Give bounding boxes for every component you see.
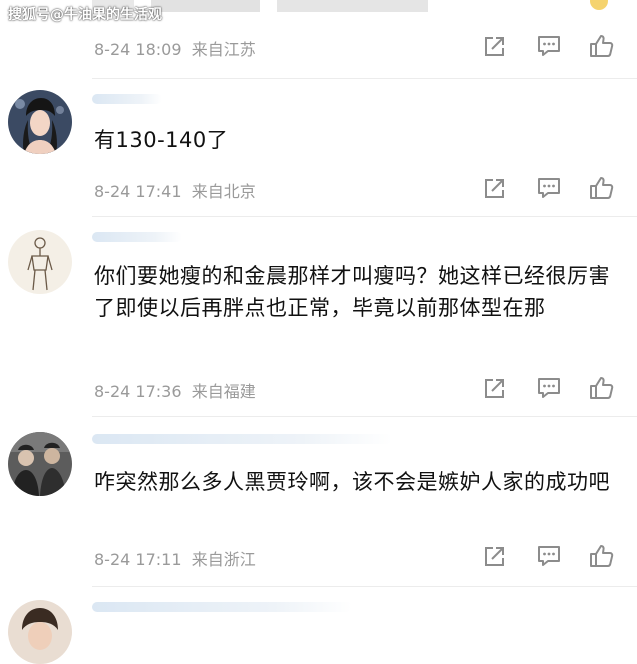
comment-text: 你们要她瘦的和金晨那样才叫瘦吗？她这样已经很厉害了即使以后再胖点也正常，毕竟以前… [94,264,610,320]
divider [92,416,637,417]
comment-actions [478,32,628,60]
divider [92,78,637,79]
comment-button[interactable] [535,542,563,570]
like-button[interactable] [587,374,615,402]
avatar[interactable] [8,600,72,664]
like-button[interactable] [587,174,615,202]
share-button[interactable] [481,542,509,570]
comment-location: 来自北京 [191,182,256,201]
avatar-image [8,90,72,154]
thumbs-up-icon [590,35,614,57]
comment-time: 8-24 18:09 [94,40,182,59]
comment-location: 来自浙江 [191,550,256,569]
comment-icon [538,178,560,198]
comment-button[interactable] [535,374,563,402]
username-blurred[interactable] [92,232,182,242]
divider [92,586,637,587]
comment-actions [478,374,628,402]
comment-icon [538,546,560,566]
avatar-image [8,432,72,496]
comment-actions [478,174,628,202]
comment-item-2: 你们要她瘦的和金晨那样才叫瘦吗？她这样已经很厉害了即使以后再胖点也正常，毕竟以前… [0,220,637,420]
comment-meta: 8-24 18:09 来自江苏 [94,36,256,60]
thumbs-up-icon [590,377,614,399]
comment-meta: 8-24 17:36 来自福建 [94,378,256,402]
username-blurred[interactable] [92,434,392,444]
comment-item-3: 咋突然那么多人黑贾玲啊，该不会是嫉妒人家的成功吧 8-24 17:11 来自浙江 [0,420,637,590]
divider [92,216,637,217]
source-watermark: 搜狐号@牛油果的生活观 [8,7,162,23]
avatar[interactable] [8,432,72,496]
username-blurred[interactable] [92,602,352,612]
comment-time: 8-24 17:36 [94,382,182,401]
comment-text: 有130-140了 [94,128,229,152]
share-icon [485,179,504,198]
comment-location: 来自福建 [191,382,256,401]
share-icon [485,547,504,566]
comment-meta: 8-24 17:11 来自浙江 [94,546,256,570]
share-icon [485,379,504,398]
comment-icon [538,36,560,56]
comment-location: 来自江苏 [191,40,256,59]
share-icon [485,37,504,56]
thumbs-up-icon [590,545,614,567]
comment-icon [538,378,560,398]
comment-text: 咋突然那么多人黑贾玲啊，该不会是嫉妒人家的成功吧 [94,470,610,494]
comment-meta: 8-24 17:41 来自北京 [94,178,256,202]
like-button[interactable] [587,542,615,570]
comment-button[interactable] [535,174,563,202]
share-button[interactable] [481,32,509,60]
username-blurred[interactable] [92,94,162,104]
comment-actions [478,542,628,570]
comment-time: 8-24 17:11 [94,550,182,569]
comment-time: 8-24 17:41 [94,182,182,201]
like-button[interactable] [587,32,615,60]
avatar-image [8,230,72,294]
avatar[interactable] [8,90,72,154]
comment-button[interactable] [535,32,563,60]
share-button[interactable] [481,174,509,202]
comment-item-4 [0,590,637,664]
avatar-image [8,600,72,664]
share-button[interactable] [481,374,509,402]
emoji-icon [590,0,608,10]
avatar[interactable] [8,230,72,294]
comment-item-1: 有130-140了 8-24 17:41 来自北京 [0,80,637,220]
thumbs-up-icon [590,177,614,199]
